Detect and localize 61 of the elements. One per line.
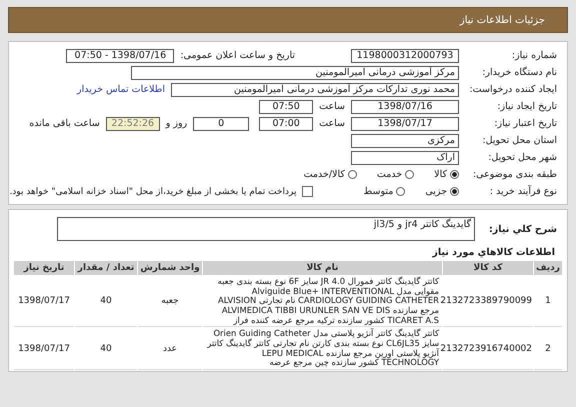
radio-option[interactable]: خدمت	[376, 169, 414, 180]
column-header: کد کالا	[443, 261, 533, 275]
contact-link[interactable]: اطلاعات تماس خریدار	[76, 84, 165, 95]
announce-date-field: 1398/07/16 - 07:50	[66, 48, 174, 62]
table-cell: 2132723389790099	[443, 276, 533, 328]
radio-icon[interactable]	[450, 187, 459, 196]
table-cell: جعبه	[138, 276, 202, 328]
checkbox[interactable]	[302, 186, 314, 197]
need-number-field: 1198000312000793	[351, 48, 459, 62]
radio-option[interactable]: جزیی	[425, 186, 459, 197]
buyer-field: مرکز آموزشی درمانی امیرالمومنین	[131, 66, 459, 80]
field-label: ایجاد کننده درخواست:	[468, 84, 557, 95]
column-header: ردیف	[534, 261, 562, 275]
radio-icon[interactable]	[396, 187, 406, 196]
city-field: اراک	[351, 150, 459, 164]
table-cell: عدد	[138, 328, 202, 370]
radio-option[interactable]: کالا/خدمت	[304, 169, 357, 180]
radio-option[interactable]: متوسط	[363, 186, 406, 197]
validity-date-field: 1398/07/17	[351, 116, 459, 130]
table-cell: 2	[534, 328, 562, 370]
column-header: واحد شمارش	[138, 261, 202, 275]
table-cell: کاتتر گایدینگ کاتتر فمورال JR 4.0 سایز 6F نوع بسته بندی جعبه مقوایی مدل Alviguide Blue+ INTERVENTIONAL CARDIOLOGY GUIDING CATHETER نام تجارتی ALVISION مرجع سازنده ALVIMEDICA TIBBI URUNLER SAN VE DIS TICARET A.S کشور سازنده ترکیه مرجع عرضه کننده فراز	[203, 276, 442, 328]
field-label: شماره نیاز:	[510, 50, 557, 61]
field-label: شرح کلي نياز:	[488, 224, 557, 234]
section-title: اطلاعات کالاهاي مورد نياز	[431, 246, 556, 260]
province-field: مرکزی	[351, 134, 459, 148]
radio-option[interactable]: کالا	[434, 169, 459, 180]
table-cell: 40	[75, 328, 137, 370]
page-title: جزئیات اطلاعات نیاز	[460, 14, 545, 26]
field-label: تاریخ اعتبار نیاز:	[493, 118, 557, 129]
field-label: ساعت باقی مانده	[29, 118, 100, 129]
creator-field: محمد نوری تدارکات مرکز آموزشی درمانی امیرالمومنین	[171, 82, 459, 96]
created-time-field: 07:50	[259, 100, 314, 114]
table-cell: 1	[534, 276, 562, 328]
table-cell: کاتتر گایدینگ کاتتر آنژیو پلاستی مدل Orien Guiding Catheter سایز CL6JL35 نوع بسته بندی کارتن نام تجارتی کاتتر گایدینگ کاتتر آنژیو پلاستی اورین مرجع سازنده LEPU MEDICAL TECHNOLOGY کشور سازنده چین مرجع عرضه	[203, 328, 442, 370]
field-label: ساعت	[319, 101, 345, 112]
description-field: گایدینگ کاتتر jr4 و jl3/5	[57, 217, 475, 241]
field-label: استان محل تحویل:	[481, 135, 557, 146]
validity-time-field: 07:00	[259, 116, 314, 130]
table-cell: 1398/07/17	[14, 276, 74, 328]
payment-note: پرداخت تمام یا بخشی از مبلغ خرید،از محل "اسناد خزانه اسلامی" خواهد بود.	[9, 186, 296, 196]
field-label: شهر محل تحویل:	[487, 152, 557, 163]
table-cell: 1398/07/17	[14, 328, 74, 370]
column-header: تعداد / مقدار	[75, 261, 137, 275]
table-cell: 2132723916740002	[443, 328, 533, 370]
field-label: نوع فرآیند خرید :	[488, 186, 557, 197]
radio-icon[interactable]	[348, 170, 357, 179]
field-label: طبقه بندی موضوعی:	[472, 169, 557, 180]
radio-icon[interactable]	[450, 170, 459, 179]
remaining-time-field: 22:52:26	[106, 116, 160, 130]
field-label: نام دستگاه خریدار:	[481, 67, 557, 78]
field-label: روز و	[166, 118, 188, 129]
days-field: 0	[193, 116, 250, 130]
column-header: نام کالا	[203, 261, 442, 275]
table-cell: 40	[75, 276, 137, 328]
created-date-field: 1398/07/16	[351, 100, 459, 114]
field-label: تاریخ و ساعت اعلان عمومی:	[180, 50, 295, 61]
field-label: ساعت	[319, 118, 345, 129]
column-header: تاریخ نیاز	[14, 261, 74, 275]
field-label: تاریخ ایجاد نیاز:	[496, 101, 557, 112]
radio-icon[interactable]	[405, 170, 414, 179]
